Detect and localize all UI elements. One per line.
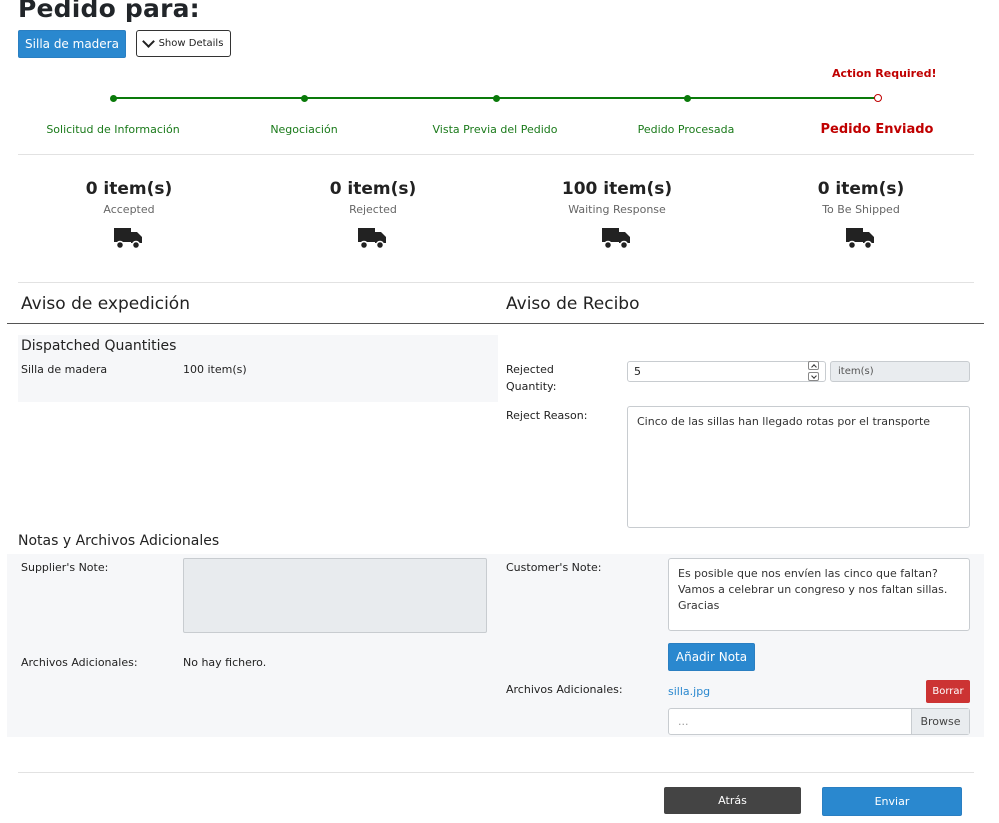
spinner-up-icon[interactable]	[808, 361, 819, 370]
truck-icon	[114, 228, 142, 250]
send-button[interactable]: Enviar	[822, 787, 962, 816]
reject-reason-textarea[interactable]: Cinco de las sillas han llegado rotas po…	[627, 406, 970, 528]
dispatched-quantities-title: Dispatched Quantities	[21, 338, 177, 354]
timeline-dot-2	[301, 95, 308, 102]
chevron-down-icon	[141, 35, 155, 48]
step-solicitud: Solicitud de Información	[46, 123, 180, 136]
show-details-label: Show Details	[158, 38, 224, 49]
stat-count: 0 item(s)	[329, 179, 417, 199]
reject-reason-label: Reject Reason:	[506, 409, 588, 422]
stat-accepted: 0 item(s) Accepted	[29, 179, 229, 254]
customer-note-label: Customer's Note:	[506, 561, 602, 574]
supplier-note-label: Supplier's Note:	[21, 561, 109, 574]
rejected-quantity-label: Rejected Quantity:	[506, 363, 557, 393]
supplier-files-value: No hay fichero.	[183, 656, 267, 669]
supplier-files-label: Archivos Adicionales:	[21, 656, 138, 669]
stat-count: 100 item(s)	[561, 179, 673, 199]
timeline-dot-5-current	[874, 94, 882, 102]
step-enviado: Pedido Enviado	[820, 122, 934, 137]
truck-icon	[602, 228, 630, 250]
file-upload-placeholder: ...	[678, 715, 689, 728]
stat-label: Rejected	[349, 203, 397, 216]
dispatched-quantity: 100 item(s)	[183, 363, 247, 376]
supplier-note-textarea	[183, 558, 487, 633]
delete-file-button[interactable]: Borrar	[926, 680, 970, 703]
file-link-silla[interactable]: silla.jpg	[668, 685, 710, 698]
rejected-quantity-input[interactable]: 5	[627, 361, 826, 382]
customer-note-textarea[interactable]: Es posible que nos envíen las cinco que …	[668, 558, 970, 631]
dispatch-section-title: Aviso de expedición	[21, 294, 190, 314]
truck-icon	[358, 228, 386, 250]
receipt-section-title: Aviso de Recibo	[506, 294, 640, 314]
divider	[18, 154, 974, 155]
browse-button[interactable]: Browse	[911, 709, 969, 734]
show-details-button[interactable]: Show Details	[136, 30, 231, 57]
file-upload-input[interactable]: ... Browse	[668, 708, 970, 735]
footer-divider	[18, 772, 974, 773]
divider	[18, 282, 974, 283]
notes-section-title: Notas y Archivos Adicionales	[18, 533, 220, 549]
rejected-quantity-value: 5	[634, 365, 641, 378]
stat-label: Waiting Response	[568, 203, 666, 216]
spinner-down-icon[interactable]	[808, 372, 819, 381]
customer-files-label: Archivos Adicionales:	[506, 683, 623, 696]
stat-count: 0 item(s)	[817, 179, 905, 199]
timeline-dot-1	[110, 95, 117, 102]
stat-rejected: 0 item(s) Rejected	[273, 179, 473, 254]
quantity-unit-addon: item(s)	[830, 361, 970, 382]
truck-icon	[846, 228, 874, 250]
dispatched-product: Silla de madera	[21, 363, 108, 376]
add-note-button[interactable]: Añadir Nota	[668, 643, 755, 671]
stat-count: 0 item(s)	[85, 179, 173, 199]
product-button[interactable]: Silla de madera	[18, 30, 126, 58]
stat-waiting: 100 item(s) Waiting Response	[517, 179, 717, 254]
stat-to-be-shipped: 0 item(s) To Be Shipped	[761, 179, 961, 254]
step-procesada: Pedido Procesada	[637, 123, 735, 136]
action-required-label: Action Required!	[832, 67, 937, 80]
stat-label: Accepted	[103, 203, 155, 216]
section-divider	[7, 323, 984, 324]
back-button[interactable]: Atrás	[664, 787, 801, 814]
step-vista-previa: Vista Previa del Pedido	[432, 123, 558, 136]
page-title: Pedido para:	[18, 0, 200, 23]
timeline-dot-4	[684, 95, 691, 102]
stat-label: To Be Shipped	[822, 203, 900, 216]
timeline-dot-3	[493, 95, 500, 102]
step-negociacion: Negociación	[270, 123, 338, 136]
